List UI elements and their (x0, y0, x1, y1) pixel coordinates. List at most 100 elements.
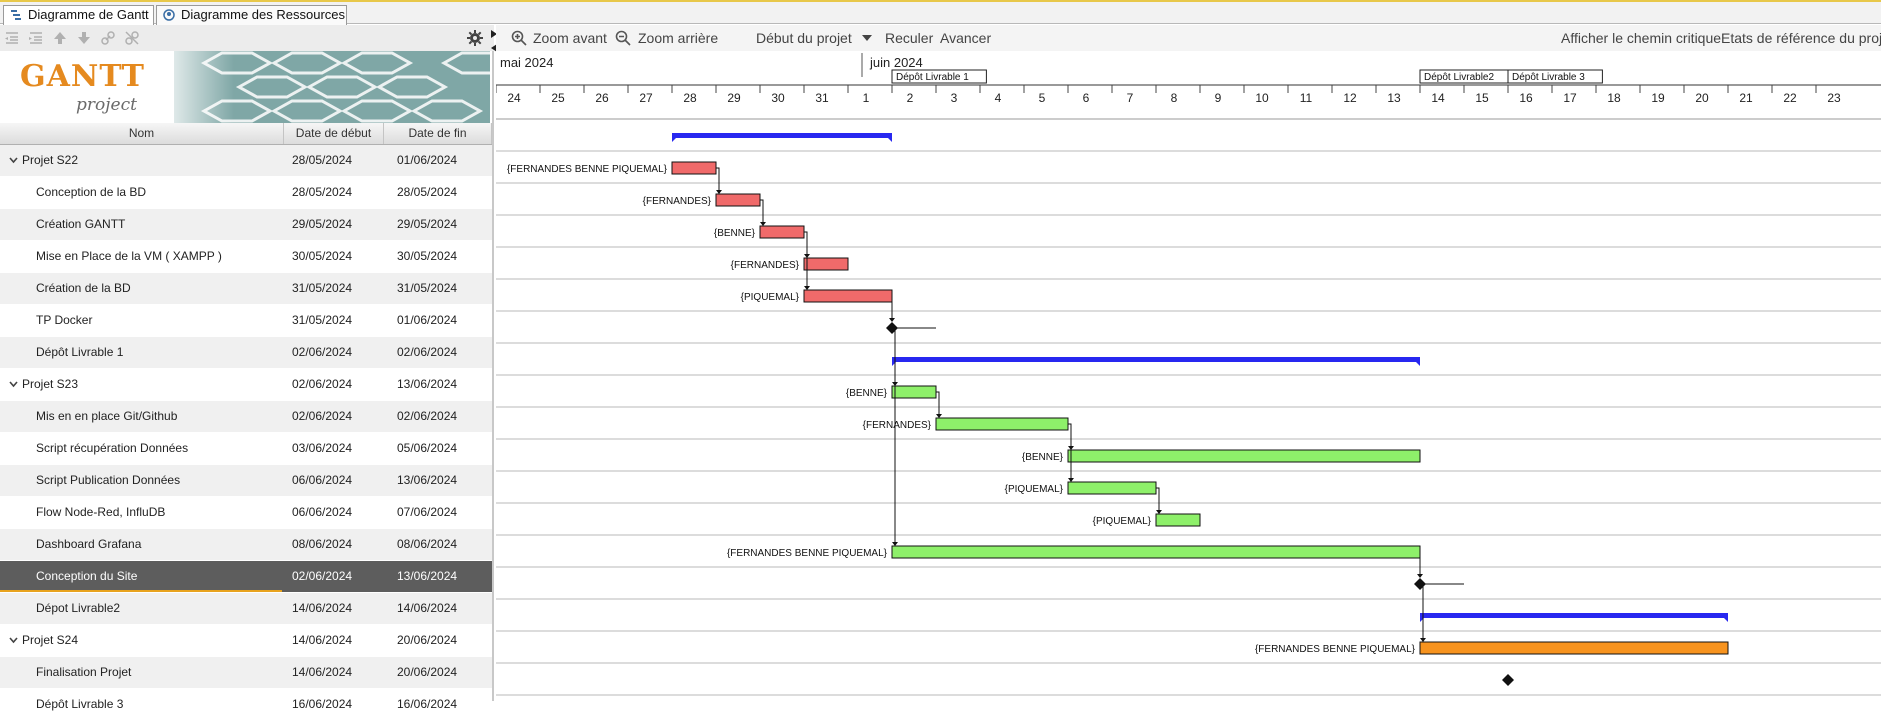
zoom-in-icon[interactable] (511, 30, 527, 46)
task-row[interactable]: Mise en Place de la VM ( XAMPP ) 30/05/20… (0, 241, 492, 273)
column-header-start[interactable]: Date de début (284, 123, 384, 144)
day-label: 28 (683, 91, 697, 105)
task-table-header: Nom Date de début Date de fin (0, 123, 492, 145)
logo-text: GANTT (20, 59, 145, 94)
day-label: 24 (507, 91, 521, 105)
task-row[interactable]: Conception de la BD 28/05/2024 28/05/2024 (0, 177, 492, 209)
tab-gantt-chart[interactable]: Diagramme de Gantt (3, 5, 154, 25)
task-bar[interactable] (715, 193, 761, 207)
day-label: 1 (863, 91, 870, 105)
gear-icon[interactable] (467, 30, 483, 46)
task-end-date: 05/06/2024 (397, 441, 458, 455)
dependency-arrowhead (760, 222, 766, 226)
summary-bar[interactable] (672, 133, 892, 138)
indent-icon[interactable] (28, 30, 44, 46)
task-row[interactable]: Finalisation Projet 14/06/2024 20/06/2024 (0, 657, 492, 689)
critical-path-button[interactable]: Afficher le chemin critique (1561, 25, 1721, 51)
day-label: 18 (1607, 91, 1621, 105)
dependency-arrowhead (889, 318, 895, 322)
resource-label: {BENNE} (714, 228, 756, 239)
milestone-header-label: Dépôt Livrable2 (1424, 72, 1494, 83)
gantt-icon (11, 10, 21, 20)
task-row[interactable]: Dashboard Grafana 08/06/2024 08/06/2024 (0, 529, 492, 561)
task-end-date: 01/06/2024 (397, 153, 458, 167)
timeline-header (496, 51, 1881, 101)
task-end-date: 20/06/2024 (397, 665, 458, 679)
zoom-out-icon[interactable] (615, 30, 631, 46)
task-name: Script Publication Données (36, 473, 181, 487)
day-label: 12 (1343, 91, 1357, 105)
task-group-row[interactable]: Projet S24 14/06/2024 20/06/2024 (0, 625, 492, 657)
task-name: Conception de la BD (36, 185, 147, 199)
task-row[interactable]: Création de la BD 31/05/2024 31/05/2024 (0, 273, 492, 305)
project-start-button[interactable]: Début du projet (756, 25, 852, 51)
task-row[interactable]: Script Publication Données 06/06/2024 13/0… (0, 465, 492, 497)
task-tree-panel: GANTT project Nom Date de début Date de … (0, 25, 494, 721)
resource-label: {BENNE} (1022, 452, 1064, 463)
zoom-out-button[interactable]: Zoom arrière (638, 25, 718, 51)
milestone-header-label: Dépôt Livrable 1 (896, 72, 969, 83)
day-label: 9 (1215, 91, 1222, 105)
summary-bar[interactable] (1420, 613, 1728, 618)
task-name: Finalisation Projet (36, 665, 132, 679)
column-header-end[interactable]: Date de fin (384, 123, 492, 144)
task-row[interactable]: Script récupération Données 03/06/2024 05/… (0, 433, 492, 465)
task-group-row[interactable]: Projet S23 02/06/2024 13/06/2024 (0, 369, 492, 401)
move-up-icon[interactable] (52, 30, 68, 46)
task-bar[interactable] (1067, 449, 1421, 463)
tab-resources-chart[interactable]: Diagramme des Ressources (156, 5, 347, 25)
tab-bar: Diagramme de Gantt Diagramme des Ressour… (0, 0, 1881, 25)
milestone-header-label: Dépôt Livrable 3 (1512, 72, 1585, 83)
task-row[interactable]: TP Docker 31/05/2024 01/06/2024 (0, 305, 492, 337)
task-row[interactable]: Dépôt Livrable 3 16/06/2024 16/06/2024 (0, 689, 492, 721)
task-end-date: 20/06/2024 (397, 633, 458, 647)
dependency-arrowhead (716, 190, 722, 194)
baselines-button[interactable]: Etats de référence du projet (1721, 25, 1881, 51)
gantt-chart[interactable]: mai 2024 juin 202424 25 26 27 28 29 30 31 1 2 3 4 5 6 7… (495, 51, 1881, 701)
task-bar[interactable] (935, 417, 1069, 431)
task-bar[interactable] (1067, 481, 1157, 495)
task-row[interactable]: Mis en en place Git/Github 02/06/2024 02/0… (0, 401, 492, 433)
gantt-chart-area: mai 2024 juin 2024 24 25 26 27 28 29 30 31 1 2 3 4 5 6 7… (495, 51, 1881, 701)
task-bar[interactable] (891, 545, 1421, 559)
task-row[interactable]: Dépôt Livrable 1 02/06/2024 02/06/2024 (0, 337, 492, 369)
task-bar[interactable] (1419, 641, 1729, 655)
task-name: Dépot Livrable2 (36, 601, 121, 615)
unindent-icon[interactable] (4, 30, 20, 46)
dependency-arrowhead (1068, 478, 1074, 482)
move-down-icon[interactable] (76, 30, 92, 46)
task-group-row[interactable]: Projet S22 28/05/2024 01/06/2024 (0, 145, 492, 177)
task-row[interactable]: Dépot Livrable2 14/06/2024 14/06/2024 (0, 593, 492, 625)
task-end-date: 31/05/2024 (397, 281, 458, 295)
task-bar[interactable] (759, 225, 805, 239)
milestone-diamond[interactable] (1502, 674, 1514, 686)
task-bar[interactable] (671, 161, 717, 175)
task-start-date: 16/06/2024 (292, 697, 353, 711)
back-button[interactable]: Reculer (885, 25, 933, 51)
task-end-date: 02/06/2024 (397, 409, 458, 423)
dependency-arrowhead (1420, 638, 1426, 642)
task-row[interactable]: Conception du Site 02/06/2024 13/06/2024 (0, 561, 492, 593)
summary-bar[interactable] (892, 357, 1420, 362)
zoom-in-button[interactable]: Zoom avant (533, 25, 607, 51)
tab-label: Diagramme des Ressources (181, 7, 346, 22)
task-bar[interactable] (1155, 513, 1201, 527)
task-start-date: 28/05/2024 (292, 185, 353, 199)
task-row[interactable]: Flow Node-Red, InfluDB 06/06/2024 07/06/20… (0, 497, 492, 529)
task-name: TP Docker (36, 313, 93, 327)
day-label: 31 (815, 91, 829, 105)
task-name: Projet S23 (22, 377, 79, 391)
task-bar[interactable] (803, 289, 893, 303)
task-end-date: 29/05/2024 (397, 217, 458, 231)
chevron-down-icon[interactable] (862, 35, 872, 41)
task-name: Dépôt Livrable 3 (36, 697, 124, 711)
task-row[interactable]: Création GANTT 29/05/2024 29/05/2024 (0, 209, 492, 241)
column-header-name[interactable]: Nom (0, 123, 284, 144)
link-icon[interactable] (100, 30, 116, 46)
forward-button[interactable]: Avancer (940, 25, 991, 51)
task-bar[interactable] (803, 257, 849, 271)
day-label: 16 (1519, 91, 1533, 105)
task-bar[interactable] (891, 385, 937, 399)
ganttproject-banner: GANTT project (4, 51, 490, 123)
unlink-icon[interactable] (124, 30, 140, 46)
